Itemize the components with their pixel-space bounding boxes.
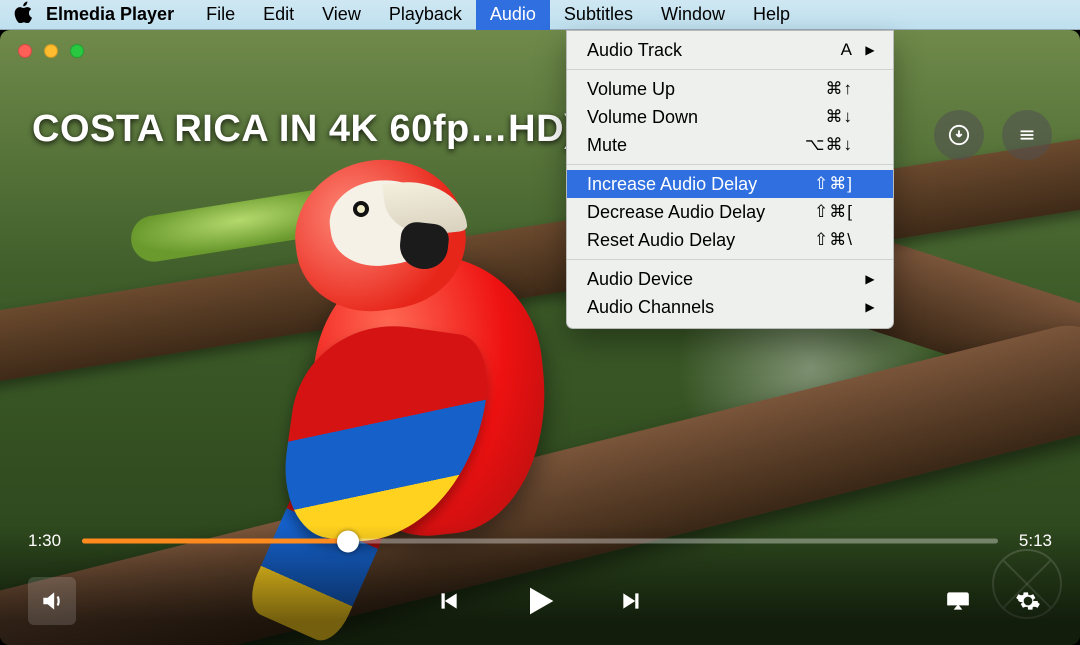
timeline[interactable]: 1:30 5:13: [28, 531, 1052, 551]
menu-item-shortcut: ⌥⌘↓: [783, 135, 853, 155]
menu-item-shortcut: ⌘↓: [783, 107, 853, 127]
submenu-arrow-icon: ▶: [863, 272, 877, 286]
menu-item-label: Audio Channels: [587, 297, 783, 318]
submenu-arrow-icon: ▶: [863, 300, 877, 314]
window-zoom-button[interactable]: [70, 44, 84, 58]
menu-item-label: Audio Track: [587, 40, 783, 61]
menu-item-label: Mute: [587, 135, 783, 156]
timeline-track[interactable]: [82, 539, 998, 544]
time-total: 5:13: [1019, 531, 1052, 551]
menu-item-audio-device[interactable]: Audio Device ▶: [567, 265, 893, 293]
menu-item-shortcut: A: [783, 40, 853, 60]
menu-item-audio-track[interactable]: Audio TrackA ▶: [567, 36, 893, 64]
menu-item-label: Volume Down: [587, 107, 783, 128]
play-button[interactable]: [516, 577, 564, 625]
menu-audio[interactable]: Audio: [476, 0, 550, 30]
volume-button[interactable]: [28, 577, 76, 625]
menu-item-reset-audio-delay[interactable]: Reset Audio Delay⇧⌘\: [567, 226, 893, 254]
menu-item-increase-audio-delay[interactable]: Increase Audio Delay⇧⌘]: [567, 170, 893, 198]
window-minimize-button[interactable]: [44, 44, 58, 58]
playlist-button[interactable]: [1002, 110, 1052, 160]
menu-item-decrease-audio-delay[interactable]: Decrease Audio Delay⇧⌘[: [567, 198, 893, 226]
menu-file[interactable]: File: [192, 0, 249, 30]
app-name: Elmedia Player: [46, 4, 174, 25]
menu-item-shortcut: ⌘↑: [783, 79, 853, 99]
airplay-button[interactable]: [934, 577, 982, 625]
menu-playback[interactable]: Playback: [375, 0, 476, 30]
submenu-arrow-icon: ▶: [863, 43, 877, 57]
menu-item-shortcut: ⇧⌘[: [783, 202, 853, 222]
menu-item-label: Audio Device: [587, 269, 783, 290]
menu-help[interactable]: Help: [739, 0, 804, 30]
menu-item-shortcut: ⇧⌘\: [783, 230, 853, 250]
menu-item-label: Volume Up: [587, 79, 783, 100]
apple-icon[interactable]: [14, 1, 32, 29]
menu-item-label: Increase Audio Delay: [587, 174, 783, 195]
menu-item-label: Decrease Audio Delay: [587, 202, 783, 223]
menu-item-mute[interactable]: Mute⌥⌘↓: [567, 131, 893, 159]
menu-item-audio-channels[interactable]: Audio Channels ▶: [567, 293, 893, 321]
menu-item-label: Reset Audio Delay: [587, 230, 783, 251]
download-button[interactable]: [934, 110, 984, 160]
player-window: COSTA RICA IN 4K 60fp…HD) (2 1:30 5:13: [0, 30, 1080, 645]
menu-subtitles[interactable]: Subtitles: [550, 0, 647, 30]
mac-menubar: Elmedia Player File Edit View Playback A…: [0, 0, 1080, 30]
timeline-thumb[interactable]: [337, 530, 359, 552]
window-close-button[interactable]: [18, 44, 32, 58]
video-title: COSTA RICA IN 4K 60fp…HD) (2: [32, 108, 623, 151]
window-traffic-lights: [18, 44, 84, 58]
menu-view[interactable]: View: [308, 0, 375, 30]
player-controls: 1:30 5:13: [0, 525, 1080, 645]
menu-window[interactable]: Window: [647, 0, 739, 30]
next-button[interactable]: [608, 577, 656, 625]
previous-button[interactable]: [424, 577, 472, 625]
menu-edit[interactable]: Edit: [249, 0, 308, 30]
audio-menu-dropdown: Audio TrackA▶Volume Up⌘↑Volume Down⌘↓Mut…: [566, 30, 894, 329]
menu-item-volume-down[interactable]: Volume Down⌘↓: [567, 103, 893, 131]
settings-button[interactable]: [1004, 577, 1052, 625]
time-elapsed: 1:30: [28, 531, 61, 551]
menu-item-shortcut: ⇧⌘]: [783, 174, 853, 194]
menu-item-volume-up[interactable]: Volume Up⌘↑: [567, 75, 893, 103]
